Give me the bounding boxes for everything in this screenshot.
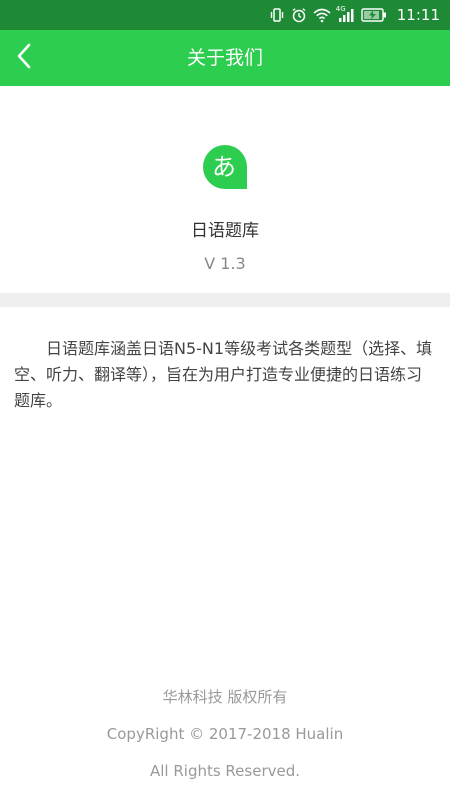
status-time: 11:11 bbox=[396, 6, 440, 24]
status-bar: 4G 11:11 bbox=[0, 0, 450, 30]
app-info-section: あ 日语题库 V 1.3 bbox=[0, 86, 450, 293]
app-name: 日语题库 bbox=[191, 221, 259, 241]
battery-charging-icon bbox=[361, 8, 387, 22]
copyright-footer: 华林科技 版权所有 CopyRight © 2017-2018 Hualin A… bbox=[0, 685, 450, 796]
footer-company: 华林科技 版权所有 bbox=[162, 688, 288, 706]
alarm-icon bbox=[291, 7, 307, 23]
chevron-left-icon bbox=[16, 43, 32, 73]
app-version: V 1.3 bbox=[204, 254, 246, 273]
page-title: 关于我们 bbox=[186, 47, 263, 69]
about-screen: 4G 11:11 关于我们 あ 日语题库 V 1.3 日语题库涵盖日语N5-N1… bbox=[0, 0, 450, 800]
app-logo: あ bbox=[201, 143, 249, 191]
status-icons: 4G 11:11 bbox=[269, 0, 440, 30]
footer-rights: All Rights Reserved. bbox=[149, 762, 301, 780]
network-type-label: 4G bbox=[335, 5, 346, 13]
footer-copyright: CopyRight © 2017-2018 Hualin bbox=[106, 725, 344, 743]
signal-icon: 4G bbox=[335, 5, 355, 23]
app-header: 关于我们 bbox=[0, 30, 450, 86]
back-button[interactable] bbox=[4, 30, 44, 86]
wifi-icon bbox=[313, 7, 331, 23]
app-logo-glyph: あ bbox=[212, 153, 236, 181]
app-description: 日语题库涵盖日语N5-N1等级考试各类题型（选择、填空、听力、翻译等），旨在为用… bbox=[14, 339, 433, 410]
section-divider bbox=[0, 293, 450, 307]
vibrate-icon bbox=[269, 7, 285, 23]
